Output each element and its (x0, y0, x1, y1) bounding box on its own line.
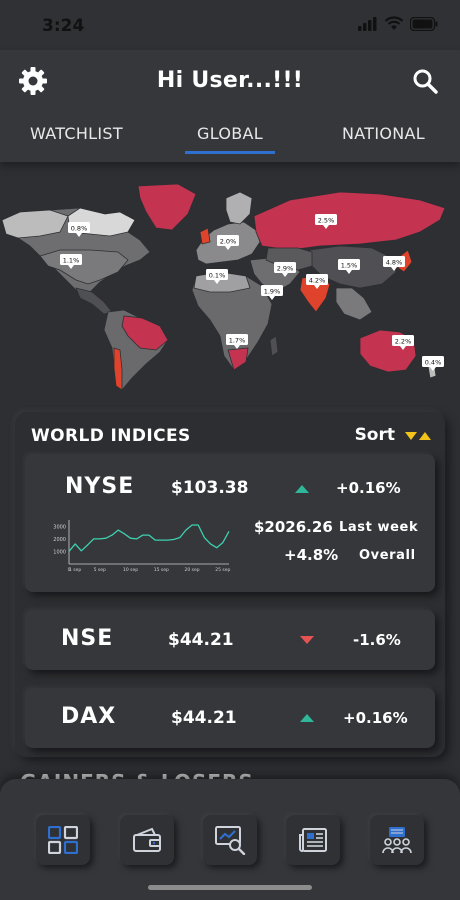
nyse-line-chart: 10002000300001 sep 5 sep 10 sep 15 sep 20 se… (53, 520, 231, 573)
chart-x-tick-label: 5 sep (94, 567, 106, 573)
map-label-text: 1.1% (63, 257, 80, 265)
status-icons (358, 16, 438, 31)
index-change: +0.16% (336, 479, 401, 497)
sort-arrows-icon[interactable] (405, 429, 433, 443)
index-price: $103.38 (171, 478, 249, 498)
index-change: -1.6% (353, 631, 401, 649)
map-label-text: 1.7% (229, 337, 246, 345)
week-value: $2026.26 (254, 518, 333, 536)
map-label-text: 2.2% (395, 338, 412, 346)
page-title: Hi User...!!! (156, 68, 304, 93)
overall-label: Overall (359, 548, 416, 563)
chart-y-tick-label: 1000 (53, 549, 66, 555)
world-indices-title: WORLD INDICES (31, 426, 191, 446)
map-label-text: 2.9% (277, 265, 294, 273)
week-label: Last week (339, 520, 419, 535)
home-indicator[interactable] (148, 885, 312, 890)
newspaper-icon (299, 828, 327, 852)
index-name: NYSE (65, 474, 135, 499)
analysis-icon (215, 826, 246, 855)
dashboard-icon (48, 826, 78, 854)
index-card-nyse[interactable]: NYSE $103.38 +0.16% 1000 2000 3000 0 1 sep 5 … (25, 454, 435, 592)
map-region-russia[interactable] (253, 191, 446, 251)
world-indices-panel: WORLD INDICES Sort NYSE $103.38 +0.16% 1… (15, 412, 445, 757)
tab-bar: WATCHLIST GLOBAL NATIONAL (0, 124, 460, 158)
tab-watchlist[interactable]: WATCHLIST (30, 124, 123, 143)
active-tab-indicator (185, 151, 275, 154)
map-region-greenland[interactable] (137, 183, 197, 231)
index-name: NSE (61, 626, 114, 651)
search-icon[interactable] (412, 68, 438, 94)
tab-global[interactable]: GLOBAL (197, 124, 263, 143)
nav-wallet-button[interactable] (120, 815, 174, 865)
bottom-nav (0, 779, 460, 900)
community-icon (382, 827, 412, 854)
map-region-madagascar[interactable] (269, 335, 279, 357)
sort-button[interactable]: Sort (355, 425, 395, 445)
nav-dashboard-button[interactable] (36, 815, 90, 865)
wifi-icon (384, 16, 404, 30)
signal-icon (358, 16, 377, 31)
map-label-text: 2.0% (220, 238, 237, 246)
chart-x-tick-label: 15 sep (154, 567, 169, 573)
chart-x-tick-label: 25 sep (215, 567, 230, 573)
index-price: $44.21 (171, 708, 237, 728)
index-name: DAX (61, 704, 117, 729)
map-label-text: 2.5% (318, 217, 335, 225)
app-header: Hi User...!!! WATCHLIST GLOBAL NATIONAL (0, 50, 460, 162)
map-region-uk[interactable] (199, 227, 211, 245)
chart-y-tick-label: 3000 (53, 524, 66, 530)
tab-national[interactable]: NATIONAL (342, 124, 425, 143)
index-change: +0.16% (343, 709, 408, 727)
map-region-chile[interactable] (113, 347, 123, 390)
status-bar: 3:24 (0, 0, 460, 50)
map-region-southeast-asia[interactable] (335, 287, 373, 321)
nav-news-button[interactable] (286, 815, 340, 865)
chart-x-tick-label: 1 sep (69, 567, 81, 573)
overall-value: +4.8% (284, 546, 339, 564)
trend-up-icon (295, 485, 309, 493)
map-label-text: 1.9% (264, 288, 281, 296)
index-price: $44.21 (168, 630, 234, 650)
chart-x-tick-label: 20 sep (185, 567, 200, 573)
map-region-usa[interactable] (39, 249, 129, 285)
world-map[interactable]: 0.8% 1.1% 2.0% 2.5% 0.1% 2.9% 1.5% 4.8% (0, 180, 460, 390)
index-card-dax[interactable]: DAX $44.21 +0.16% (25, 688, 435, 748)
map-label-text: 4.2% (309, 277, 326, 285)
map-label-text: 0.8% (71, 225, 88, 233)
map-label-text: 4.8% (386, 259, 403, 267)
index-card-nse[interactable]: NSE $44.21 -1.6% (25, 610, 435, 670)
trend-up-icon (300, 714, 314, 722)
map-label-text: 0.1% (209, 272, 226, 280)
nav-analysis-button[interactable] (203, 815, 257, 865)
chart-y-tick-label: 2000 (53, 537, 66, 543)
map-label-text: 1.5% (341, 262, 358, 270)
map-label-text: 0.4% (425, 359, 442, 367)
nav-community-button[interactable] (370, 815, 424, 865)
map-label: 0.4% (422, 356, 444, 371)
trend-down-icon (300, 636, 314, 644)
battery-icon (410, 16, 438, 31)
chart-x-tick-label: 10 sep (123, 567, 138, 573)
status-time: 3:24 (42, 16, 85, 36)
wallet-icon (133, 827, 161, 852)
map-region-scandinavia[interactable] (225, 191, 253, 225)
chart-series-line (68, 524, 230, 552)
map-region-central-america[interactable] (75, 287, 113, 315)
map-region-south-africa[interactable] (227, 347, 249, 371)
